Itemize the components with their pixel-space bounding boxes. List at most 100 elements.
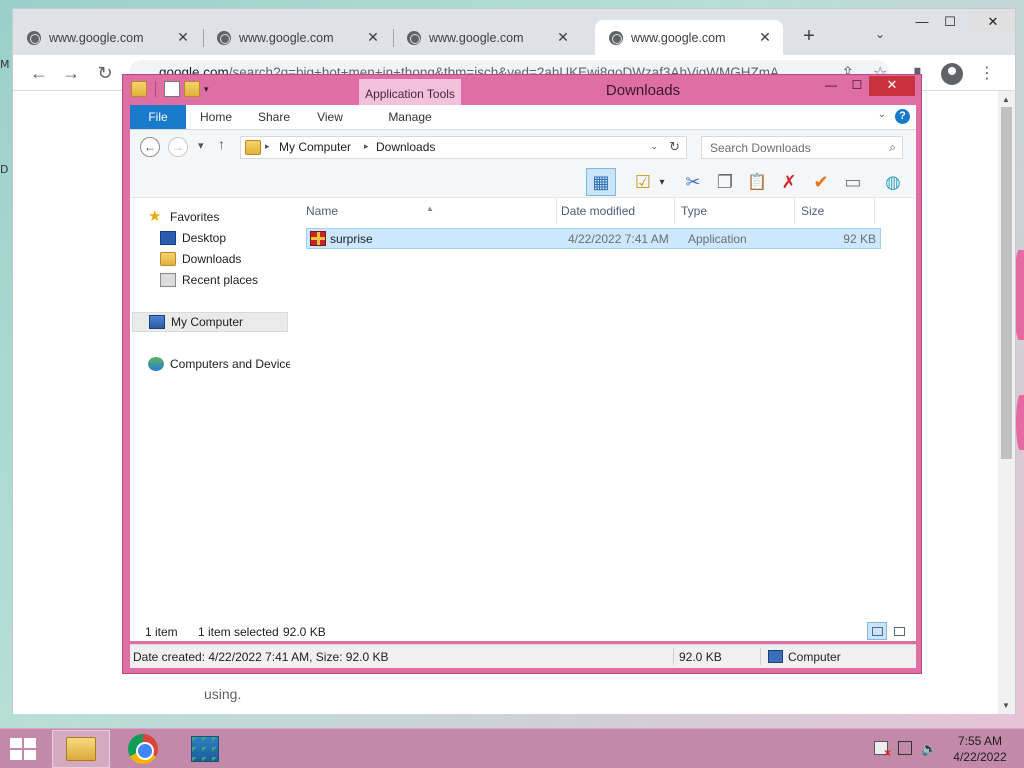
tab-file[interactable]: File [130,105,186,129]
browser-tab[interactable]: www.google.com ✕ [393,20,581,55]
globe-icon [609,30,623,45]
details-created: Date created: 4/22/2022 7:41 AM, Size: 9… [133,650,389,664]
tab-title: www.google.com [49,30,144,45]
rename-icon[interactable]: ✔ [806,168,836,196]
up-button[interactable]: ↑ [218,136,225,152]
nav-label: Recent places [182,273,259,287]
computer-icon [768,650,783,663]
maximize-button[interactable]: ☐ [843,76,871,96]
tab-manage[interactable]: Manage [382,105,438,129]
gift-box-application-icon [310,231,326,246]
browser-tab[interactable]: www.google.com ✕ [203,20,391,55]
properties-icon[interactable] [164,81,180,97]
maximize-button[interactable]: ☐ [935,11,965,33]
forward-button[interactable]: → [59,61,83,85]
file-explorer-window: ▾ Application Tools Downloads — ☐ ✕ File… [122,74,922,674]
divider [760,648,761,665]
taskbar-file-explorer[interactable] [52,730,110,768]
desktop-icon-label: D [0,163,9,176]
cut-icon[interactable]: ✂ [678,168,708,196]
column-header-date-modified[interactable]: Date modified [555,198,675,224]
close-button[interactable]: ✕ [971,11,1015,33]
delete-icon[interactable]: ✗ [774,168,804,196]
tab-share[interactable]: Share [250,105,298,129]
recent-locations-icon[interactable]: ▾ [198,139,204,152]
clock-date: 4/22/2022 [953,750,1007,764]
new-tab-button[interactable]: + [797,25,821,49]
forward-button[interactable]: → [168,137,188,157]
search-icon[interactable]: ⌕ [889,140,896,155]
tab-search-icon[interactable]: ⌄ [875,27,885,41]
breadcrumb-my-computer[interactable]: My Computer [279,140,351,154]
selected-size: 92.0 KB [283,625,326,639]
page-scrollbar[interactable]: ▲ ▼ [998,91,1015,714]
breadcrumb-downloads[interactable]: Downloads [376,140,435,154]
command-toolbar: ▦ ☑ ▾ ✂ ❐ 📋 ✗ ✔ ▭ ◍ [130,166,916,198]
tab-close-icon[interactable]: ✕ [757,29,773,46]
chrome-menu-icon[interactable]: ⋮ [979,63,995,83]
minimize-button[interactable]: — [817,76,845,96]
breadcrumb-separator[interactable]: ▸ [265,141,270,152]
scroll-down-icon[interactable]: ▼ [1002,701,1010,710]
customize-toolbar-icon[interactable]: ▾ [204,84,209,95]
tab-title: www.google.com [239,30,334,45]
address-bar[interactable]: ▸ My Computer ▸ Downloads ⌄ ↻ [240,136,687,159]
tab-close-icon[interactable]: ✕ [555,29,571,46]
tab-close-icon[interactable]: ✕ [365,29,381,46]
nav-favorites[interactable]: ★ Favorites [148,207,219,227]
nav-network[interactable]: Computers and Devices [148,354,290,374]
address-dropdown-icon[interactable]: ⌄ [650,141,658,152]
paste-icon[interactable]: 📋 [742,168,772,196]
start-button[interactable] [10,738,38,762]
reload-button[interactable]: ↻ [93,61,117,85]
nav-recent-places[interactable]: Recent places [160,270,258,290]
nav-desktop[interactable]: Desktop [160,228,226,248]
windows-logo-icon [24,738,36,748]
column-header-size[interactable]: Size [795,198,875,224]
taskbar-installer[interactable] [176,730,234,768]
profile-avatar-icon[interactable] [941,63,963,85]
tab-home[interactable]: Home [192,105,240,129]
column-label: Name [306,204,339,218]
refresh-icon[interactable]: ↻ [669,139,680,155]
navigation-bar: ← → ▾ ↑ ▸ My Computer ▸ Downloads ⌄ ↻ Se… [130,130,916,166]
details-view-icon[interactable] [867,622,887,640]
help-icon[interactable]: ? [895,109,910,124]
network-shell-icon[interactable]: ◍ [878,168,908,196]
tab-strip: www.google.com ✕ www.google.com ✕ www.go… [13,9,1015,55]
column-header-type[interactable]: Type [675,198,795,224]
column-header-name[interactable]: Name ▲ [300,198,557,224]
breadcrumb-separator[interactable]: ▸ [364,141,369,152]
expand-ribbon-icon[interactable]: ⌄ [878,109,886,120]
volume-muted-icon[interactable]: 🔈 [921,741,937,756]
scrollbar-thumb[interactable] [1001,107,1012,459]
minimize-button[interactable]: — [907,11,937,33]
tab-close-icon[interactable]: ✕ [175,29,191,46]
nav-my-computer[interactable]: My Computer [132,312,288,332]
search-box[interactable]: Search Downloads ⌕ [701,136,903,159]
network-icon[interactable] [898,741,912,755]
scroll-up-icon[interactable]: ▲ [1002,95,1010,104]
file-row[interactable]: surprise 4/22/2022 7:41 AM Application 9… [306,228,881,249]
browser-tab-active[interactable]: www.google.com ✕ [595,20,783,55]
browser-tab[interactable]: www.google.com ✕ [13,20,201,55]
explorer-main-area: ★ Favorites Desktop Downloads Recent pla… [130,198,916,641]
windows-logo-icon [10,750,22,760]
large-icons-view-icon[interactable] [889,622,909,640]
new-folder-icon[interactable] [184,81,200,97]
back-button[interactable]: ← [140,137,160,157]
properties-dropdown-icon[interactable]: ▾ [654,168,670,196]
system-clock[interactable]: 7:55 AM 4/22/2022 [948,733,1012,765]
copy-icon[interactable]: ❐ [710,168,740,196]
action-center-flag-icon[interactable] [874,741,891,760]
preview-pane-icon[interactable]: ▦ [586,168,616,196]
back-button[interactable]: ← [27,61,51,85]
divider [673,648,674,665]
close-button[interactable]: ✕ [869,76,915,96]
tab-title: www.google.com [631,30,726,45]
select-icon[interactable]: ▭ [838,168,868,196]
taskbar-chrome[interactable] [114,730,172,768]
nav-downloads[interactable]: Downloads [160,249,241,269]
tab-view[interactable]: View [306,105,354,129]
status-bar: 1 item 1 item selected 92.0 KB [130,621,916,641]
